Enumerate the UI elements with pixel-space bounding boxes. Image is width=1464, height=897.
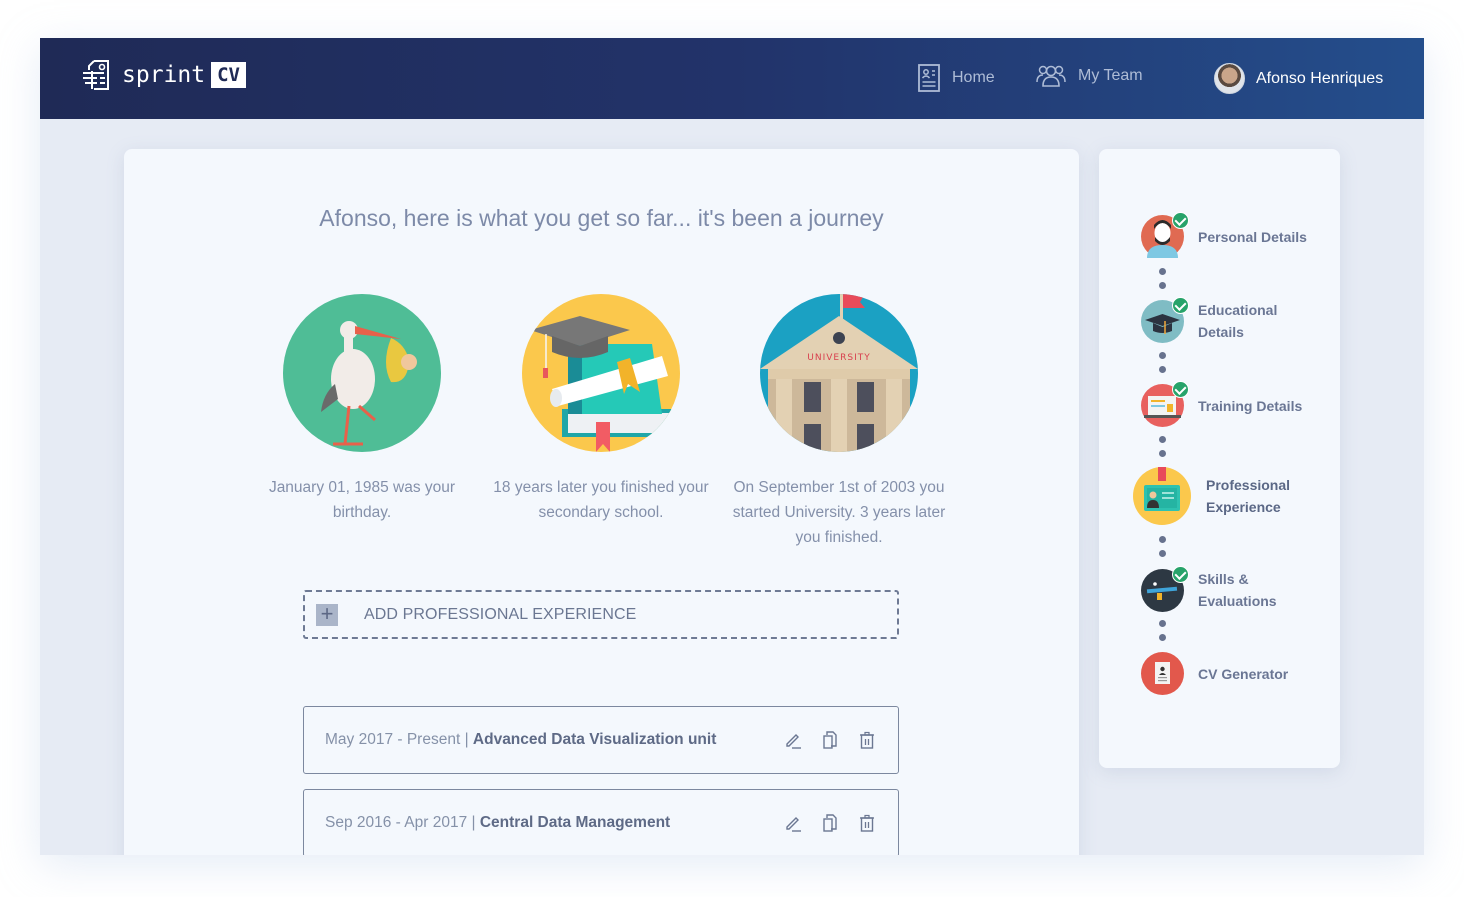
add-experience-label: ADD PROFESSIONAL EXPERIENCE <box>364 605 637 623</box>
step-training-details[interactable]: Training Details <box>1141 381 1318 427</box>
step-label: Educational Details <box>1198 302 1278 340</box>
duplicate-icon[interactable] <box>821 814 839 832</box>
progress-steps-panel: Personal Details Educational Details Tra… <box>1099 149 1340 768</box>
edit-icon[interactable] <box>784 814 802 832</box>
experience-title: Central Data Management <box>479 814 671 831</box>
experience-separator: | <box>460 731 473 748</box>
user-name: Afonso Henriques <box>1256 69 1384 87</box>
step-connector <box>1159 352 1166 380</box>
user-menu[interactable]: Afonso Henriques <box>1214 63 1383 94</box>
logo[interactable]: sprint CV <box>82 58 246 92</box>
experience-period: Sep 2016 - Apr 2017 <box>325 814 468 831</box>
experience-item[interactable]: Sep 2016 - Apr 2017 | Central Data Manag… <box>303 789 899 855</box>
logo-text: sprint <box>122 62 206 88</box>
step-label: Skills & Evaluations <box>1198 571 1277 609</box>
milestone-university: UNIVERSITY On September 1st of 2003 you … <box>729 294 949 550</box>
step-connector <box>1159 268 1166 296</box>
plus-icon: + <box>316 602 338 626</box>
top-navigation-bar: sprint CV Home My Team Afonso Henriques <box>40 38 1424 119</box>
milestone-birth: January 01, 1985 was your birthday. <box>252 294 472 525</box>
step-label: CV Generator <box>1198 665 1289 682</box>
experience-text: Sep 2016 - Apr 2017 | Central Data Manag… <box>325 814 784 832</box>
step-personal-details[interactable]: Personal Details <box>1141 212 1318 258</box>
step-label: Training Details <box>1198 397 1303 414</box>
experience-item[interactable]: May 2017 - Present | Advanced Data Visua… <box>303 706 899 774</box>
step-cv-generator[interactable]: CV Generator <box>1141 652 1318 695</box>
experience-period: May 2017 - Present <box>325 731 461 748</box>
avatar <box>1214 63 1245 94</box>
graduation-books-illustration <box>522 294 680 452</box>
step-professional-experience[interactable]: Professional Experience <box>1133 467 1326 525</box>
completed-check-icon <box>1172 212 1189 229</box>
stork-baby-illustration <box>283 294 441 452</box>
step-connector <box>1159 536 1166 564</box>
milestone-caption: On September 1st of 2003 you started Uni… <box>732 479 946 546</box>
app-window: sprint CV Home My Team Afonso Henriques … <box>40 38 1424 855</box>
completed-check-icon <box>1172 381 1189 398</box>
university-sign: UNIVERSITY <box>807 353 870 363</box>
person-avatar-icon <box>1141 212 1189 258</box>
step-educational-details[interactable]: Educational Details <box>1141 296 1318 343</box>
experience-separator: | <box>467 814 480 831</box>
journey-card: Afonso, here is what you get so far... i… <box>124 149 1079 855</box>
cv-document-icon <box>1141 652 1184 695</box>
nav-my-team-label: My Team <box>1078 67 1143 84</box>
team-icon <box>1036 65 1066 87</box>
university-building-illustration: UNIVERSITY <box>760 294 918 452</box>
pencil-skills-icon <box>1141 565 1189 612</box>
duplicate-icon[interactable] <box>821 731 839 749</box>
nav-home-label: Home <box>952 69 995 86</box>
cv-document-icon <box>83 60 109 90</box>
step-connector <box>1159 436 1166 464</box>
graduation-cap-icon <box>1141 296 1189 343</box>
step-label: Personal Details <box>1198 228 1307 245</box>
id-card-icon <box>918 64 940 92</box>
page-title: Afonso, here is what you get so far... i… <box>319 205 884 231</box>
experience-text: May 2017 - Present | Advanced Data Visua… <box>325 731 784 749</box>
milestone-secondary-school: 18 years later you finished your seconda… <box>491 294 711 525</box>
delete-icon[interactable] <box>858 731 876 749</box>
milestone-caption: January 01, 1985 was your birthday. <box>268 479 456 521</box>
completed-check-icon <box>1172 296 1189 314</box>
step-skills-evaluations[interactable]: Skills & Evaluations <box>1141 565 1318 612</box>
edit-icon[interactable] <box>784 731 802 749</box>
completed-check-icon <box>1172 565 1189 583</box>
add-professional-experience-button[interactable]: + ADD PROFESSIONAL EXPERIENCE <box>303 590 899 639</box>
step-label: Professional Experience <box>1206 477 1291 515</box>
delete-icon[interactable] <box>858 814 876 832</box>
step-connector <box>1159 620 1166 648</box>
nav-home[interactable]: Home <box>918 64 995 92</box>
laptop-training-icon <box>1141 381 1189 427</box>
milestone-caption: 18 years later you finished your seconda… <box>493 479 709 521</box>
experience-title: Advanced Data Visualization unit <box>472 731 717 748</box>
id-badge-icon <box>1133 467 1191 525</box>
logo-badge: CV <box>211 62 246 88</box>
nav-my-team[interactable]: My Team <box>1036 64 1143 88</box>
